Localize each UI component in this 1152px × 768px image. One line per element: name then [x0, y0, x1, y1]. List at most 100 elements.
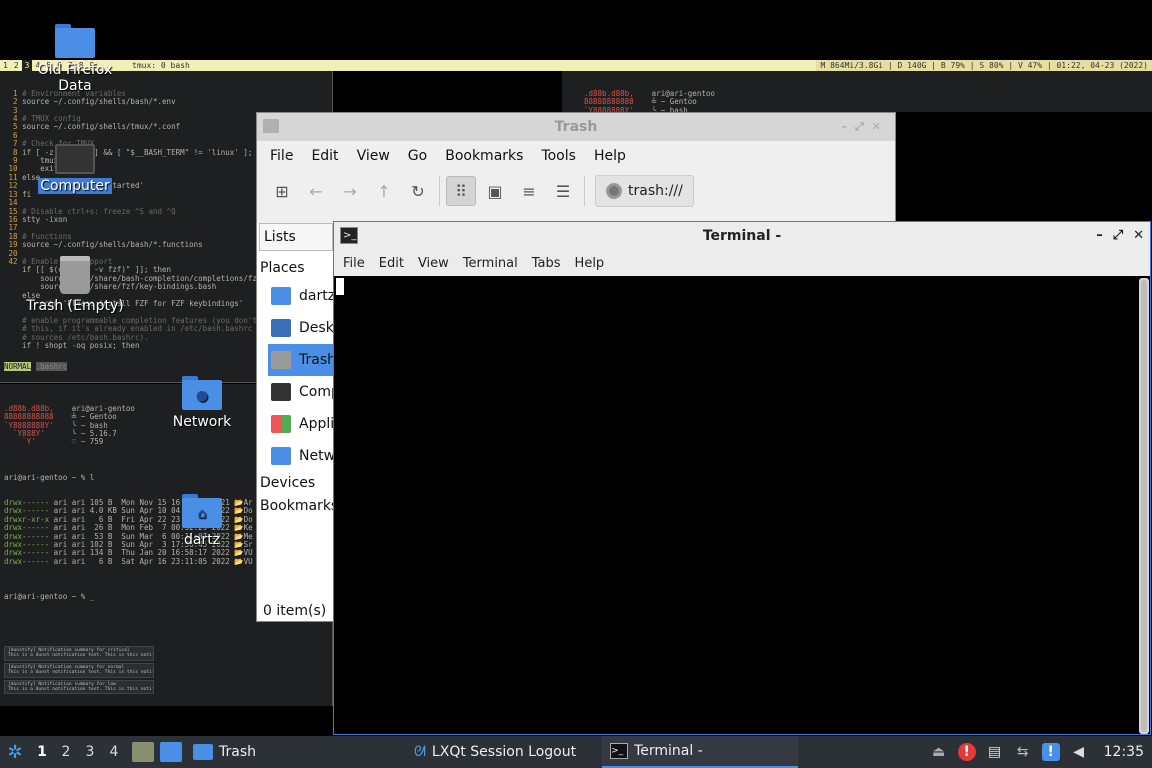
place-label: Computer [299, 384, 335, 400]
menu-tools[interactable]: Tools [532, 148, 585, 164]
home-folder-icon [271, 287, 291, 305]
maximize-icon[interactable]: ⤢ [855, 120, 872, 133]
menu-file[interactable]: File [261, 148, 302, 164]
home-folder-icon: ⌂ [182, 494, 222, 528]
menu-edit[interactable]: Edit [302, 148, 347, 164]
right-fetch-info: ari@ari-gentoo╧ ~ Gentoo╰ ~ bash♡ ~ 5.16… [652, 89, 715, 112]
place-label: Desktop [299, 320, 335, 336]
desktop-icon-network[interactable]: ● Network [147, 376, 257, 430]
task-trash[interactable]: Trash [185, 736, 264, 768]
clock[interactable]: 12:35 [1098, 744, 1144, 760]
desktop-switch-1[interactable]: 1 [30, 744, 54, 760]
line-text: source ~/.config/shells/bash/*.functions [22, 240, 203, 250]
terminal-icon: >_ [340, 227, 358, 244]
line-number [4, 341, 22, 350]
terminal-output[interactable] [334, 276, 1138, 734]
menu-file[interactable]: File [336, 256, 372, 271]
terminal-window[interactable]: >_ Terminal - – ⤢ ✕ File Edit View Termina… [333, 221, 1151, 735]
place-computer[interactable]: Computer [257, 376, 335, 408]
terminal-titlebar[interactable]: >_ Terminal - – ⤢ ✕ [334, 222, 1150, 250]
desktop-icon-computer[interactable]: Computer [20, 144, 130, 194]
place-network[interactable]: Network [257, 440, 335, 472]
new-tab-icon[interactable]: ⊞ [267, 176, 297, 206]
task-terminal[interactable]: >_ Terminal - [602, 736, 799, 768]
editor-line: 2 source ~/.config/shells/bash/*.env [4, 98, 332, 106]
maximize-icon[interactable]: ⤢ [1113, 222, 1123, 250]
notification-body: This is a dunst notification test. This … [8, 653, 153, 659]
desktop-icon [271, 319, 291, 337]
terminal-cursor [336, 278, 344, 295]
right-pane[interactable]: .d88b.d88b,88888888888`Y8888888Y' `Y888Y… [562, 71, 1152, 112]
network-icon[interactable]: ⇆ [1014, 743, 1032, 761]
show-desktop-icon[interactable] [160, 742, 182, 762]
places-header[interactable]: Places [257, 257, 335, 280]
place-applications[interactable]: Applications [257, 408, 335, 440]
desktop-icon-dartz[interactable]: ⌂ dartz [147, 494, 257, 548]
bookmarks-header[interactable]: Bookmarks [257, 495, 335, 518]
toolbar-separator [439, 176, 440, 206]
task-label: Trash [219, 744, 256, 760]
place-trash[interactable]: Trash [268, 344, 335, 376]
desktop-switch-4[interactable]: 4 [102, 744, 126, 760]
compact-view-icon[interactable]: ≡ [514, 176, 544, 206]
place-label: Trash [299, 352, 335, 368]
menu-view[interactable]: View [348, 148, 399, 164]
side-pane-mode-select[interactable]: Lists [259, 223, 333, 251]
lxqt-logo-icon: ᘛ [414, 744, 426, 760]
clipboard-icon[interactable]: ▤ [986, 743, 1004, 761]
line-text: source ~/.config/shells/bash/*.env [22, 97, 176, 107]
devices-header[interactable]: Devices [257, 472, 335, 495]
close-icon[interactable]: ✕ [872, 120, 889, 133]
notification-stack: [dunstify] Notification summary for crit… [4, 646, 154, 696]
desktop-icon-trash[interactable]: Trash (Empty) [20, 256, 130, 314]
file-manager-launcher-icon[interactable] [132, 742, 154, 762]
line-text: source ~/.config/shells/tmux/*.conf [22, 122, 181, 132]
minimize-icon[interactable]: – [1096, 222, 1103, 250]
menu-tabs[interactable]: Tabs [525, 256, 568, 271]
task-session-logout[interactable]: ᘛ LXQt Session Logout [406, 736, 584, 768]
detailed-list-icon[interactable]: ☰ [548, 176, 578, 206]
back-arrow-icon[interactable]: ← [301, 176, 331, 206]
eject-icon[interactable]: ⏏ [930, 743, 948, 761]
network-icon [271, 447, 291, 465]
network-folder-icon: ● [182, 376, 222, 410]
close-icon[interactable]: ✕ [1133, 222, 1144, 250]
thumbnail-view-icon[interactable]: ▣ [480, 176, 510, 206]
updates-icon[interactable]: ! [1041, 743, 1060, 761]
path-bar[interactable]: trash:/// [595, 175, 694, 207]
menu-help[interactable]: Help [568, 256, 612, 271]
terminal-menubar: File Edit View Terminal Tabs Help [334, 250, 1150, 276]
menu-help[interactable]: Help [585, 148, 635, 164]
place-desktop[interactable]: Desktop [257, 312, 335, 344]
system-tray: ⏏ ! ▤ ⇆ ! ◀ 12:35 [930, 736, 1152, 768]
menu-bookmarks[interactable]: Bookmarks [436, 148, 532, 164]
desktop-icon-label: Old Firefox Data [37, 62, 113, 94]
up-arrow-icon[interactable]: ↑ [369, 176, 399, 206]
desktop-icon-old-firefox-data[interactable]: Old Firefox Data [20, 24, 130, 94]
folder-icon [263, 119, 279, 133]
tmux-window-1[interactable]: 1 [0, 60, 11, 71]
place-home[interactable]: dartz [257, 280, 335, 312]
desktop-switch-2[interactable]: 2 [54, 744, 78, 760]
notification-body: This is a dunst notification test. This … [8, 670, 153, 676]
menu-edit[interactable]: Edit [372, 256, 411, 271]
alert-icon[interactable]: ! [957, 743, 976, 761]
right-fetch-art: .d88b.d88b,88888888888`Y8888888Y' `Y888Y… [584, 89, 634, 112]
reload-icon[interactable]: ↻ [403, 176, 433, 206]
menu-view[interactable]: View [411, 256, 456, 271]
icon-view-icon[interactable]: ⠿ [446, 176, 476, 206]
menu-terminal[interactable]: Terminal [456, 256, 525, 271]
volume-icon[interactable]: ◀ [1070, 743, 1088, 761]
menu-go[interactable]: Go [399, 148, 436, 164]
application-menu-button[interactable]: ✲ [0, 736, 30, 768]
terminal-scrollbar[interactable] [1139, 278, 1149, 734]
forward-arrow-icon[interactable]: → [335, 176, 365, 206]
desktop-switch-3[interactable]: 3 [78, 744, 102, 760]
minimize-icon[interactable]: – [841, 120, 855, 133]
taskbar: ✲ 1 2 3 4 Trash ᘛ LXQt Session Logout >_ T… [0, 736, 1152, 768]
task-label: LXQt Session Logout [431, 744, 577, 760]
editor-mode: NORMAL [4, 362, 32, 371]
desktop-icon-label: Computer [38, 178, 112, 194]
file-manager-titlebar[interactable]: Trash –⤢✕ [257, 113, 895, 141]
task-label: Terminal - [634, 743, 703, 759]
